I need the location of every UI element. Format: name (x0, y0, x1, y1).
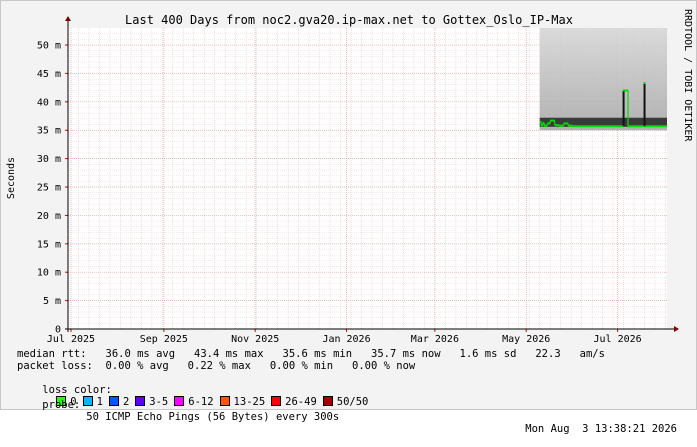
y-tick-label: 30 m (37, 154, 61, 165)
y-tick-label: 35 m (37, 126, 61, 137)
y-tick-label: 50 m (37, 41, 61, 52)
packet-loss-line: packet loss: 0.00 % avg 0.22 % max 0.00 … (17, 360, 416, 372)
smoke-band (539, 28, 667, 131)
median-rtt-line: median rtt: 36.0 ms avg 43.4 ms max 35.6… (17, 348, 605, 360)
probe-value: 50 ICMP Echo Pings (56 Bytes) every 300s (86, 411, 340, 423)
probe-row: probe: 50 ICMP Echo Pings (56 Bytes) eve… (17, 387, 677, 447)
timestamp: Mon Aug 3 13:38:21 2026 (525, 423, 677, 435)
chart-frame: Last 400 Days from noc2.gva20.ip-max.net… (0, 0, 697, 435)
probe-label: probe: (42, 399, 81, 411)
y-tick-label: 20 m (37, 211, 61, 222)
rrdtool-watermark: RRDTOOL / TOBI OETIKER (682, 9, 693, 142)
x-tick-label: Nov 2025 (231, 334, 279, 345)
x-tick-label: Mar 2026 (411, 334, 459, 345)
x-axis-arrow (674, 326, 679, 332)
x-tick-label: May 2026 (502, 334, 550, 345)
y-axis-arrow (65, 16, 71, 21)
y-tick-label: 15 m (37, 239, 61, 250)
y-tick-label: 5 m (43, 296, 61, 307)
x-tick-label: Jul 2026 (593, 334, 641, 345)
x-tick-label: Sep 2025 (140, 334, 188, 345)
y-tick-label: 40 m (37, 97, 61, 108)
x-tick-label: Jan 2026 (322, 334, 370, 345)
y-tick-label: 10 m (37, 268, 61, 279)
smoke-region (539, 28, 667, 131)
x-tick-label: Jul 2025 (47, 334, 95, 345)
chart-title: Last 400 Days from noc2.gva20.ip-max.net… (125, 13, 573, 27)
y-axis-label: Seconds (6, 157, 17, 199)
y-tick-label: 25 m (37, 183, 61, 194)
y-tick-label: 45 m (37, 69, 61, 80)
